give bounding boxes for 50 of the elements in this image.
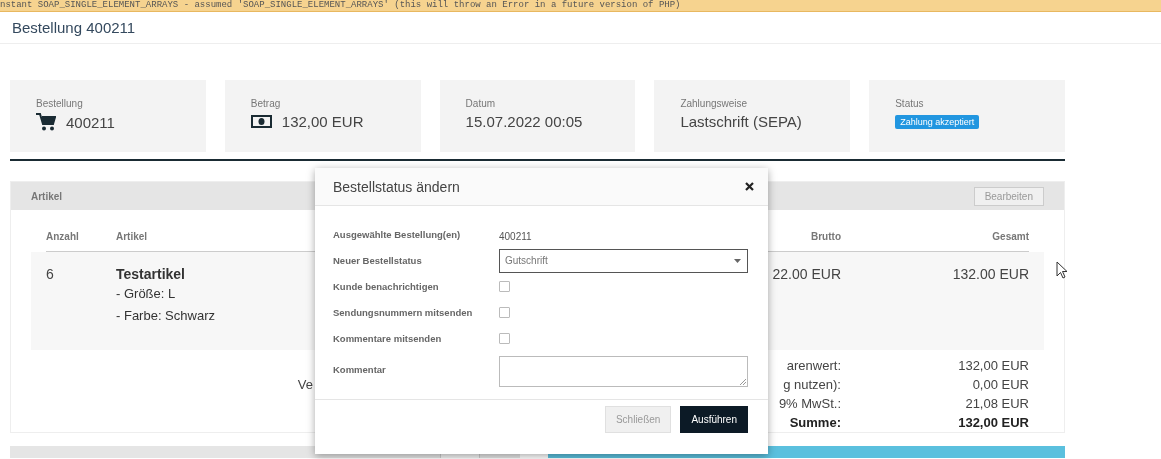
totals-label: g nutzen): — [783, 377, 841, 392]
field-label: Neuer Bestellstatus — [333, 255, 423, 266]
quantity-cell-text: 6 — [46, 266, 55, 284]
card-value: 15.07.2022 00:05 — [465, 113, 583, 130]
checkbox[interactable] — [499, 281, 510, 292]
price-cell-text: 22.00 EUR — [771, 266, 841, 284]
article-attribute: - Farbe: Schwarz — [116, 307, 215, 325]
field-value: 400211 — [499, 230, 532, 242]
card-value: 400211 — [66, 113, 115, 131]
card-value: Lastschrift (SEPA) — [680, 113, 802, 130]
field-label: Kommentar — [333, 364, 387, 375]
execute-button[interactable]: Ausführen — [680, 405, 748, 433]
totals-label: Summe: — [789, 415, 841, 430]
card-label: Bestellung — [36, 98, 84, 109]
article-attribute: - Größe: L — [116, 285, 176, 303]
status-badge: Zahlung akzeptiert — [895, 115, 980, 129]
dialog-title: Bestellstatus ändern — [333, 178, 460, 195]
field-label: Sendungsnummern mitsenden — [333, 307, 474, 318]
totals-value: 21,08 EUR — [965, 396, 1029, 411]
field-label: Kunde benachrichtigen — [333, 281, 440, 292]
totals-label: 9% MwSt.: — [778, 396, 841, 411]
cursor-icon — [1056, 261, 1068, 279]
card-value: 132,00 EUR — [281, 113, 364, 130]
close-icon[interactable] — [745, 182, 754, 191]
close-button[interactable]: Schließen — [604, 405, 672, 433]
banknote-icon — [250, 115, 272, 128]
field-label: Kommentare mitsenden — [333, 333, 443, 344]
total-cell-text: 132.00 EUR — [951, 266, 1029, 284]
status-dropdown[interactable]: Gutschrift — [499, 248, 748, 273]
comment-field[interactable] — [499, 356, 748, 387]
totals-value: 0,00 EUR — [972, 377, 1029, 392]
resize-grip-icon[interactable] — [740, 379, 746, 385]
article-name: Testartikel — [116, 266, 186, 282]
panel-title: Artikel — [31, 190, 63, 202]
totals-value: 132,00 EUR — [958, 358, 1029, 373]
card-label: Zahlungsweise — [680, 98, 749, 109]
caret-icon — [734, 258, 741, 263]
checkbox[interactable] — [499, 333, 510, 344]
edit-button[interactable]: Bearbeiten — [973, 186, 1044, 206]
page-title: Bestellung 400211 — [12, 19, 136, 36]
card-label: Betrag — [250, 98, 282, 109]
totals-value: 132,00 EUR — [958, 415, 1029, 430]
cart-icon — [36, 113, 56, 131]
totals-label: Ve — [297, 377, 313, 392]
totals-label: arenwert: — [786, 358, 841, 373]
card-label: Datum — [465, 98, 497, 109]
card-label: Status — [895, 98, 925, 109]
php-warning: nstant SOAP_SINGLE_ELEMENT_ARRAYS - assumed 'SOAP_SINGLE_ELEMENT_ARRAYS' (this will throw an Error in a future version of PHP) — [0, 0, 1161, 12]
field-label: Ausgewählte Bestellung(en) — [333, 229, 462, 240]
checkbox[interactable] — [499, 307, 510, 318]
